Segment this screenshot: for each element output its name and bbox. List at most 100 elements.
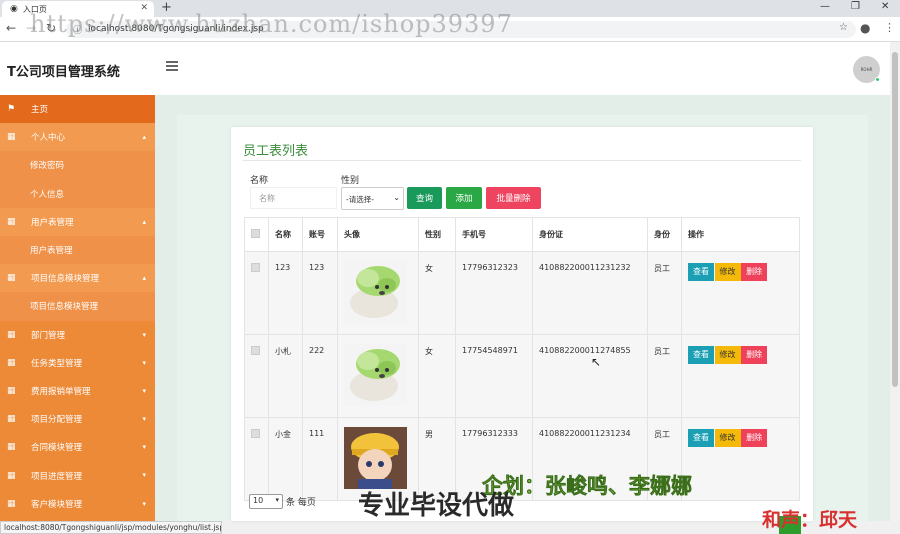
sidebar-group-personal-center[interactable]: ▦ 个人中心 ▴ xyxy=(0,123,155,152)
edit-button[interactable]: 修改 xyxy=(714,263,741,281)
delete-button[interactable]: 删除 xyxy=(741,263,768,281)
overlay-voice-text: 和声：邱天 xyxy=(762,509,858,531)
status-bar-url: localhost:8080/Tgongshiguanli/jsp/module… xyxy=(0,521,222,534)
row-checkbox[interactable] xyxy=(251,429,260,438)
star-icon[interactable]: ☆ xyxy=(839,22,848,33)
avatar-text: ROHR xyxy=(860,67,873,72)
sidebar-item-label: 用户表管理 xyxy=(31,217,74,228)
sidebar-item-change-password[interactable]: 修改密码 xyxy=(0,151,155,180)
row-select-cell[interactable] xyxy=(244,251,269,335)
row-checkbox[interactable] xyxy=(251,263,260,272)
view-button[interactable]: 查看 xyxy=(688,429,714,447)
page-size-suffix: 条 每页 xyxy=(286,498,316,508)
cabbage-dog-avatar-image xyxy=(344,344,407,406)
sex-select[interactable]: -请选择- ⌄ xyxy=(341,187,404,210)
grid-icon: ▦ xyxy=(7,357,16,368)
page-size-select[interactable]: 10 ▾ xyxy=(249,494,283,509)
edit-button[interactable]: 修改 xyxy=(714,346,741,364)
menu-dots-icon[interactable]: ⋮ xyxy=(884,21,895,34)
row-select-cell[interactable] xyxy=(244,334,269,418)
sidebar-item-user-table[interactable]: 用户表管理 xyxy=(0,235,155,265)
minimize-icon[interactable]: — xyxy=(820,1,830,12)
grid-icon: ▦ xyxy=(7,385,16,396)
user-avatar[interactable]: ROHR xyxy=(853,56,880,83)
select-all-checkbox[interactable] xyxy=(251,229,260,238)
page-scrollbar[interactable] xyxy=(890,42,900,521)
pagination: 10 ▾ 条 每页 xyxy=(249,494,316,509)
add-button[interactable]: 添加 xyxy=(446,187,482,209)
title-divider xyxy=(243,160,801,161)
chevron-down-icon: ▾ xyxy=(142,443,146,452)
scrollbar-thumb[interactable] xyxy=(892,52,898,387)
restore-icon[interactable]: ❐ xyxy=(851,1,860,12)
col-header-actions: 操作 xyxy=(681,217,800,252)
chevron-down-icon: ▾ xyxy=(142,330,146,339)
sex-select-value: -请选择- xyxy=(346,195,374,204)
select-all-cell[interactable] xyxy=(244,217,269,252)
chevron-down-icon: ▾ xyxy=(142,415,146,424)
grid-icon: ▦ xyxy=(7,216,16,227)
row-select-cell[interactable] xyxy=(244,417,269,501)
window-close-icon[interactable]: ✕ xyxy=(881,1,889,12)
col-header-phone: 手机号 xyxy=(455,217,533,252)
grid-icon: ▦ xyxy=(7,470,16,481)
sidebar-group-project-info[interactable]: ▦ 项目信息模块管理 ▴ xyxy=(0,264,155,293)
cell-sex: 女 xyxy=(418,251,456,335)
globe-icon: ◉ xyxy=(10,4,18,14)
back-icon[interactable]: ← xyxy=(6,21,16,35)
sidebar-item-home[interactable]: ⚑ 主页 xyxy=(0,95,155,124)
cell-name: 小金 xyxy=(268,417,303,501)
app-header: T公司项目管理系统 ROHR xyxy=(0,42,890,95)
sidebar-item-label: 费用报销单管理 xyxy=(31,386,91,397)
cell-actions: 查看 修改 删除 xyxy=(681,417,800,501)
sidebar-group-task-type[interactable]: ▦ 任务类型管理 ▾ xyxy=(0,349,155,377)
row-checkbox[interactable] xyxy=(251,346,260,355)
page-size-value: 10 xyxy=(253,496,264,505)
profile-icon[interactable]: ● xyxy=(860,21,870,35)
chevron-down-icon: ▾ xyxy=(142,358,146,367)
hamburger-icon[interactable] xyxy=(166,61,178,73)
app-title: T公司项目管理系统 xyxy=(7,65,120,80)
sidebar-group-customer[interactable]: ▦ 客户模块管理 ▾ xyxy=(0,490,155,518)
col-header-role: 身份 xyxy=(647,217,682,252)
cell-name: 123 xyxy=(268,251,303,335)
batch-delete-button[interactable]: 批量删除 xyxy=(486,187,541,209)
sidebar: ⚑ 主页 ▦ 个人中心 ▴ 修改密码 个人信息 ▦ 用户表管理 ▴ 用户表管理 … xyxy=(0,95,155,521)
delete-button[interactable]: 删除 xyxy=(741,346,768,364)
cell-idcard: 410882200011231232 xyxy=(532,251,648,335)
cell-avatar xyxy=(337,251,419,335)
online-status-dot xyxy=(875,77,880,82)
chevron-down-icon: ▾ xyxy=(142,471,146,480)
mouse-cursor-icon: ↖ xyxy=(591,355,602,369)
view-button[interactable]: 查看 xyxy=(688,263,714,281)
sidebar-item-label: 任务类型管理 xyxy=(31,358,83,369)
delete-button[interactable]: 删除 xyxy=(741,429,768,447)
sidebar-group-project-assign[interactable]: ▦ 项目分配管理 ▾ xyxy=(0,405,155,433)
cell-phone: 17754548971 xyxy=(455,334,533,418)
cell-phone: 17796312323 xyxy=(455,251,533,335)
query-button[interactable]: 查询 xyxy=(407,187,442,209)
chevron-down-icon: ▾ xyxy=(142,499,146,508)
sidebar-item-label: 修改密码 xyxy=(30,161,65,172)
employee-table: 名称 账号 头像 性别 手机号 身份证 身份 操作 123 123 女 1779… xyxy=(244,217,800,501)
name-search-input[interactable]: 名称 xyxy=(250,187,337,209)
grid-icon: ▦ xyxy=(7,414,16,425)
edit-button[interactable]: 修改 xyxy=(714,429,741,447)
cell-role: 员工 xyxy=(647,334,682,418)
view-button[interactable]: 查看 xyxy=(688,346,714,364)
cell-role: 员工 xyxy=(647,251,682,335)
sidebar-group-expense[interactable]: ▦ 费用报销单管理 ▾ xyxy=(0,377,155,405)
sidebar-group-user-table[interactable]: ▦ 用户表管理 ▴ xyxy=(0,207,155,236)
sidebar-group-department[interactable]: ▦ 部门管理 ▾ xyxy=(0,321,155,349)
sidebar-group-progress[interactable]: ▦ 项目进度管理 ▾ xyxy=(0,461,155,489)
cabbage-dog-avatar-image xyxy=(344,261,407,323)
grid-icon: ▦ xyxy=(7,498,16,509)
cell-account: 222 xyxy=(302,334,338,418)
sidebar-item-project-info[interactable]: 项目信息模块管理 xyxy=(0,292,155,321)
sidebar-item-personal-info[interactable]: 个人信息 xyxy=(0,179,155,208)
chevron-up-icon: ▴ xyxy=(142,274,146,283)
cell-idcard: 410882200011274855 xyxy=(532,334,648,418)
sidebar-item-label: 项目信息模块管理 xyxy=(30,302,99,313)
chevron-down-icon: ▾ xyxy=(275,496,279,504)
sidebar-group-contract[interactable]: ▦ 合同模块管理 ▾ xyxy=(0,433,155,461)
